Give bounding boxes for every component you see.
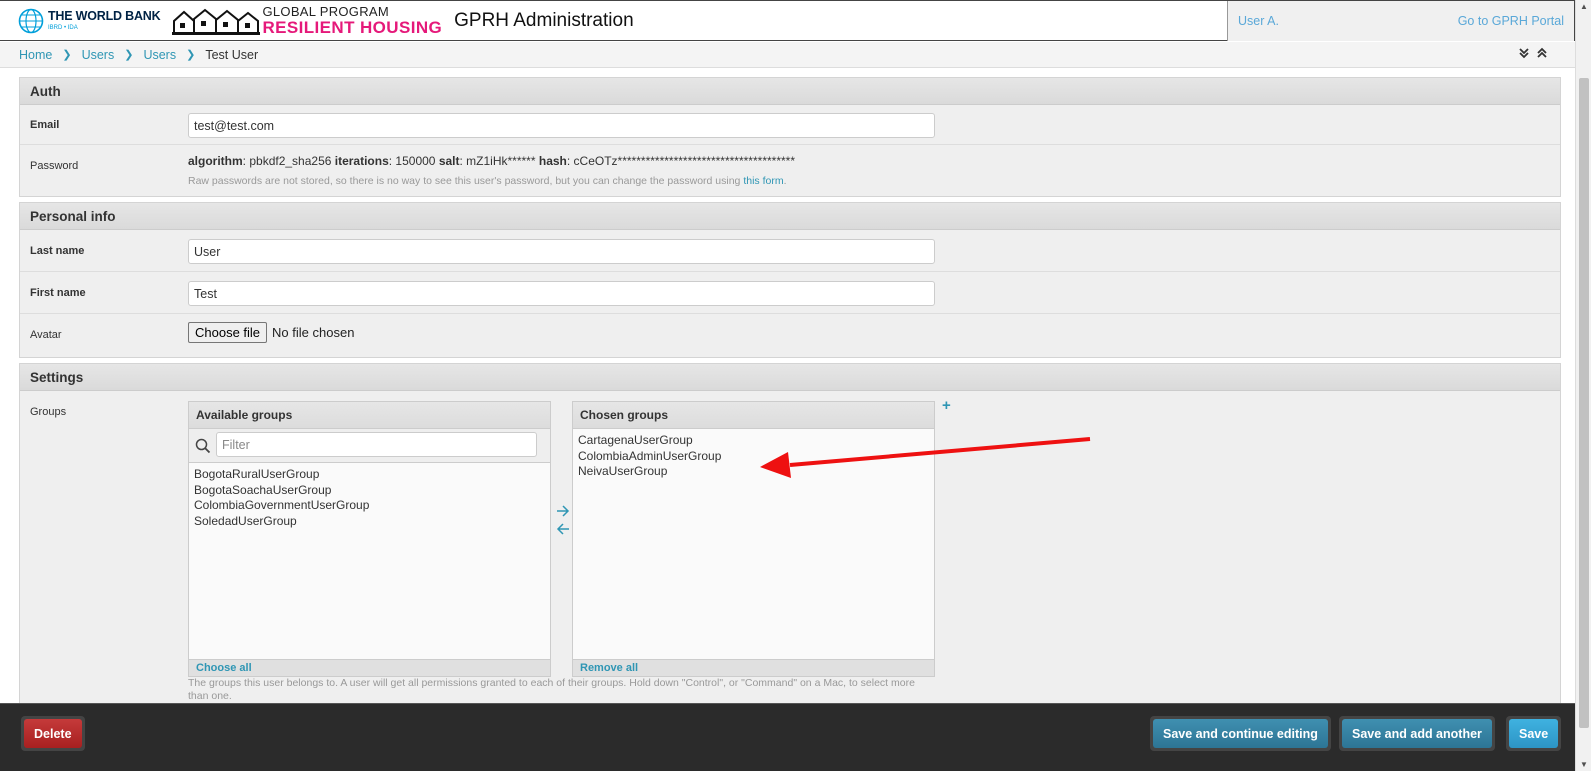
last-name-field[interactable] bbox=[188, 239, 935, 264]
personal-info-section-title: Personal info bbox=[20, 203, 1560, 230]
breadcrumb: Home ❯ Users ❯ Users ❯ Test User bbox=[0, 42, 1575, 68]
personal-info-fieldset: Personal info Last name First name Avata… bbox=[19, 202, 1561, 358]
password-help-main: Raw passwords are not stored, so there i… bbox=[188, 175, 744, 187]
user-tools: User A. Go to GPRH Portal bbox=[1227, 1, 1575, 41]
save-continue-wrap: Save and continue editing bbox=[1150, 716, 1331, 751]
world-bank-sub: IBRD • IDA bbox=[48, 24, 78, 31]
available-groups-footer: Choose all bbox=[189, 659, 550, 676]
chosen-group-item[interactable]: ColombiaAdminUserGroup bbox=[578, 449, 929, 465]
gprh-logo-line2: RESILIENT HOUSING bbox=[262, 18, 443, 37]
chosen-groups-list[interactable]: CartagenaUserGroup ColombiaAdminUserGrou… bbox=[573, 429, 934, 659]
password-salt-key: salt bbox=[438, 154, 460, 168]
main-content: Auth Email Password algorithm: pbkdf2_sh… bbox=[0, 69, 1575, 703]
avatar-label: Avatar bbox=[30, 329, 62, 341]
available-groups-title: Available groups bbox=[189, 402, 550, 429]
save-add-another-button[interactable]: Save and add another bbox=[1342, 719, 1492, 748]
breadcrumb-home[interactable]: Home bbox=[19, 48, 52, 62]
add-group-button[interactable]: + bbox=[942, 397, 951, 414]
last-name-row: Last name bbox=[20, 230, 1560, 272]
avatar-row: Avatar Choose file No file chosen bbox=[20, 314, 1560, 356]
chosen-group-item[interactable]: NeivaUserGroup bbox=[578, 464, 929, 480]
file-status: No file chosen bbox=[272, 325, 355, 340]
password-help-end: . bbox=[783, 175, 787, 187]
scroll-up-icon[interactable]: ▲ bbox=[1580, 2, 1588, 11]
groups-label: Groups bbox=[30, 406, 67, 418]
email-row: Email bbox=[20, 105, 1560, 145]
password-algorithm-value: : pbkdf2_sha256 bbox=[242, 154, 335, 168]
available-group-item[interactable]: BogotaSoachaUserGroup bbox=[194, 483, 545, 499]
filter-input[interactable] bbox=[216, 432, 537, 457]
available-group-item[interactable]: SoledadUserGroup bbox=[194, 514, 545, 530]
houses-icon bbox=[172, 8, 261, 35]
email-label: Email bbox=[30, 119, 60, 131]
gprh-logo[interactable]: GLOBAL PROGRAM RESILIENT HOUSING bbox=[172, 5, 442, 36]
user-menu-link[interactable]: User A. bbox=[1238, 14, 1279, 28]
password-algorithm-key: algorithm bbox=[188, 154, 243, 168]
chevron-right-icon: ❯ bbox=[124, 49, 134, 61]
breadcrumb-current: Test User bbox=[205, 47, 259, 62]
groups-row: Groups Available groups BogotaRuralUserG… bbox=[20, 391, 1560, 703]
last-name-label: Last name bbox=[30, 245, 85, 257]
password-row: Password algorithm: pbkdf2_sha256 iterat… bbox=[20, 145, 1560, 196]
chosen-groups-footer: Remove all bbox=[573, 659, 934, 676]
page-scrollbar[interactable]: ▲ ▼ bbox=[1575, 0, 1591, 771]
chosen-group-item[interactable]: CartagenaUserGroup bbox=[578, 433, 929, 449]
password-label: Password bbox=[30, 160, 79, 172]
change-password-link[interactable]: this form bbox=[743, 175, 783, 187]
settings-fieldset: Settings Groups Available groups BogotaR… bbox=[19, 363, 1561, 703]
search-icon bbox=[195, 438, 211, 454]
groups-help-text: The groups this user belongs to. A user … bbox=[188, 677, 915, 702]
first-name-row: First name bbox=[20, 272, 1560, 314]
portal-link[interactable]: Go to GPRH Portal bbox=[1458, 14, 1564, 28]
password-iterations-key: iterations bbox=[334, 154, 389, 168]
email-field[interactable] bbox=[188, 113, 935, 138]
chosen-groups-title: Chosen groups bbox=[573, 402, 934, 429]
delete-button-wrap: Delete bbox=[21, 716, 85, 751]
auth-fieldset: Auth Email Password algorithm: pbkdf2_sh… bbox=[19, 77, 1561, 197]
available-groups-list[interactable]: BogotaRuralUserGroup BogotaSoachaUserGro… bbox=[189, 463, 550, 659]
settings-section-title: Settings bbox=[20, 364, 1560, 391]
scroll-thumb[interactable] bbox=[1579, 78, 1589, 728]
world-bank-logo[interactable]: THE WORLD BANK IBRD • IDA bbox=[18, 8, 161, 34]
save-add-wrap: Save and add another bbox=[1339, 716, 1495, 751]
site-title[interactable]: GPRH Administration bbox=[454, 10, 634, 32]
save-button[interactable]: Save bbox=[1509, 719, 1559, 748]
password-hash-key: hash bbox=[538, 154, 567, 168]
password-help-text: Raw passwords are not stored, so there i… bbox=[188, 175, 787, 187]
world-bank-name: THE WORLD BANK bbox=[48, 9, 161, 24]
breadcrumb-app[interactable]: Users bbox=[82, 48, 115, 62]
save-continue-button[interactable]: Save and continue editing bbox=[1153, 719, 1328, 748]
password-hash-value: : cCeOTz********************************… bbox=[566, 154, 796, 168]
collapse-all-icon[interactable] bbox=[1536, 47, 1548, 59]
available-group-item[interactable]: BogotaRuralUserGroup bbox=[194, 467, 545, 483]
password-iterations-value: : 150000 bbox=[388, 154, 439, 168]
chevron-right-icon: ❯ bbox=[62, 49, 72, 61]
gprh-logo-line1: GLOBAL PROGRAM bbox=[262, 4, 389, 19]
filter-row bbox=[189, 429, 550, 463]
password-salt-value: : mZ1iHk****** bbox=[459, 154, 539, 168]
breadcrumb-model[interactable]: Users bbox=[143, 48, 176, 62]
chooser-arrows bbox=[556, 504, 572, 540]
password-summary: algorithm: pbkdf2_sha256 iterations: 150… bbox=[188, 154, 795, 168]
first-name-label: First name bbox=[30, 287, 86, 299]
header: THE WORLD BANK IBRD • IDA GLOBAL PROGRAM… bbox=[0, 0, 1575, 41]
delete-button[interactable]: Delete bbox=[24, 719, 82, 748]
choose-all-link[interactable]: Choose all bbox=[196, 662, 252, 674]
chosen-groups-box: Chosen groups CartagenaUserGroup Colombi… bbox=[572, 401, 935, 677]
expand-all-icon[interactable] bbox=[1518, 47, 1530, 59]
auth-section-title: Auth bbox=[20, 78, 1560, 105]
available-groups-box: Available groups BogotaRuralUserGroup Bo… bbox=[188, 401, 551, 677]
arrow-right-icon[interactable] bbox=[556, 504, 570, 518]
scroll-down-icon[interactable]: ▼ bbox=[1580, 760, 1588, 769]
first-name-field[interactable] bbox=[188, 281, 935, 306]
available-group-item[interactable]: ColombiaGovernmentUserGroup bbox=[194, 498, 545, 514]
arrow-left-icon[interactable] bbox=[556, 522, 570, 536]
chevron-right-icon: ❯ bbox=[186, 49, 196, 61]
remove-all-link[interactable]: Remove all bbox=[580, 662, 638, 674]
globe-icon bbox=[18, 8, 44, 33]
submit-row: Delete Save and continue editing Save an… bbox=[0, 703, 1575, 771]
save-wrap: Save bbox=[1506, 716, 1562, 751]
choose-file-button[interactable]: Choose file bbox=[188, 322, 268, 343]
